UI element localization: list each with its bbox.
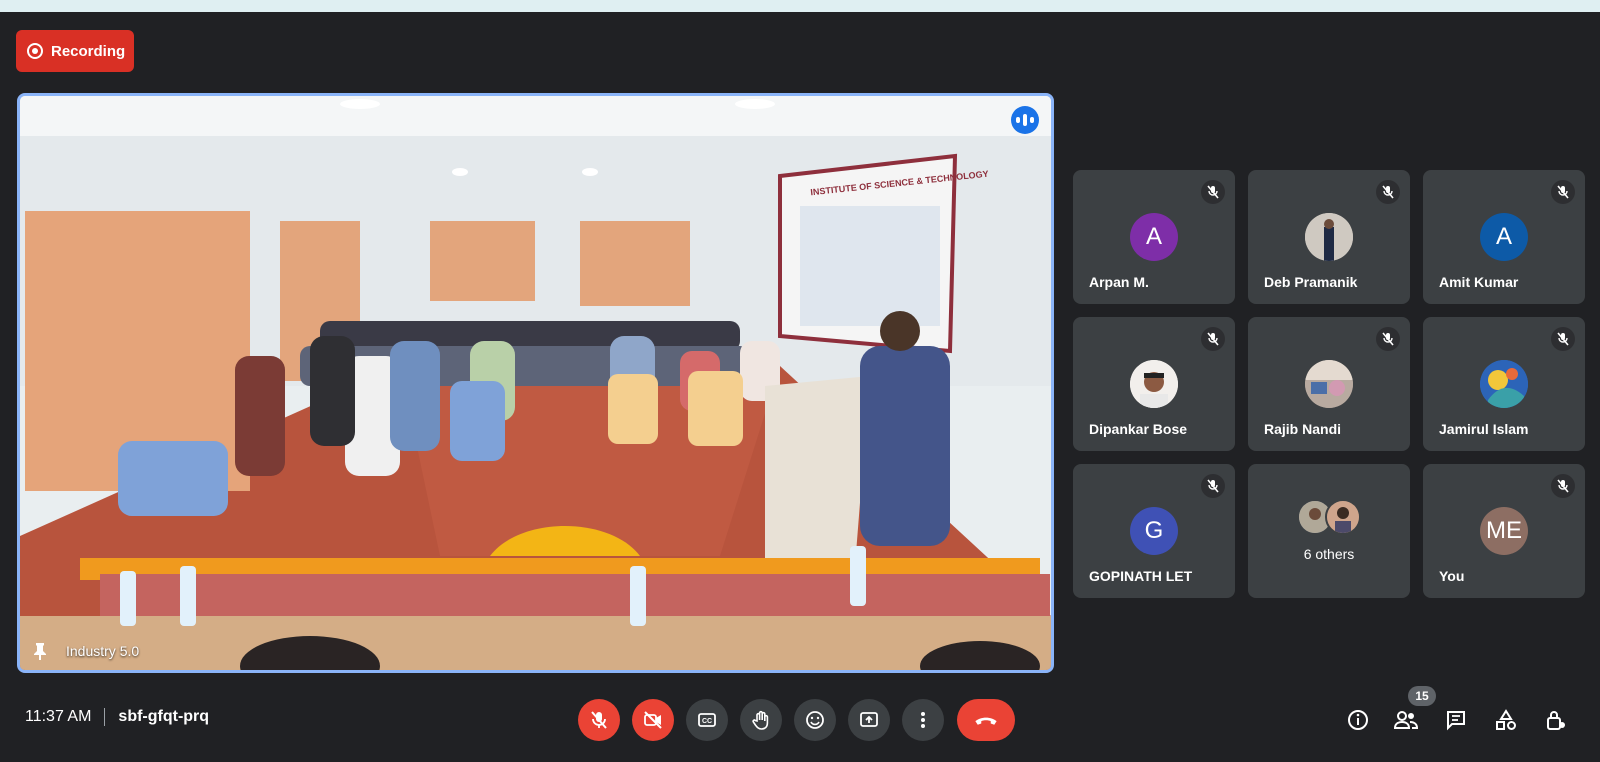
record-icon xyxy=(27,43,43,59)
meeting-code[interactable]: sbf-gfqt-prq xyxy=(118,708,209,726)
divider xyxy=(104,708,106,726)
mic-off-icon xyxy=(1201,474,1225,498)
more-options-button[interactable] xyxy=(902,699,944,741)
mic-off-icon xyxy=(1376,327,1400,351)
clock-time: 11:37 AM xyxy=(25,708,92,725)
others-avatars xyxy=(1297,499,1361,535)
participant-tile-self[interactable]: ME You xyxy=(1423,464,1585,598)
others-tile[interactable]: 6 others xyxy=(1248,464,1410,598)
emoji-icon xyxy=(806,711,824,729)
participant-name: Jamirul Islam xyxy=(1439,421,1529,437)
shapes-icon xyxy=(1496,709,1516,730)
more-vert-icon xyxy=(921,712,925,728)
meeting-info-button[interactable] xyxy=(1344,706,1372,734)
browser-strip xyxy=(0,0,1600,12)
participant-name: Deb Pramanik xyxy=(1264,274,1358,290)
leave-call-button[interactable] xyxy=(957,699,1015,741)
hang-up-icon xyxy=(975,717,997,725)
participant-tile[interactable]: G GOPINATH LET xyxy=(1073,464,1235,598)
participant-name: Amit Kumar xyxy=(1439,274,1519,290)
participant-name: You xyxy=(1439,568,1465,584)
participant-name: Rajib Nandi xyxy=(1264,421,1342,437)
participant-tile[interactable]: Deb Pramanik xyxy=(1248,170,1410,304)
participant-tile[interactable]: A Amit Kumar xyxy=(1423,170,1585,304)
chat-icon xyxy=(1447,711,1465,731)
mic-toggle-button[interactable] xyxy=(578,699,620,741)
participant-tile[interactable]: A Arpan M. xyxy=(1073,170,1235,304)
chat-button[interactable] xyxy=(1442,706,1470,734)
people-count-badge: 15 xyxy=(1408,686,1436,706)
avatar: G xyxy=(1130,507,1178,555)
people-button[interactable] xyxy=(1392,706,1420,734)
participant-tile[interactable]: Dipankar Bose xyxy=(1073,317,1235,451)
avatar: A xyxy=(1480,213,1528,261)
reactions-button[interactable] xyxy=(794,699,836,741)
main-video-label: Industry 5.0 xyxy=(32,642,139,660)
speaking-indicator-icon xyxy=(1011,106,1039,134)
pin-icon[interactable] xyxy=(32,642,48,660)
people-icon xyxy=(1393,711,1419,729)
mic-off-icon xyxy=(1376,180,1400,204)
recording-label: Recording xyxy=(51,42,126,60)
participant-tile[interactable]: Jamirul Islam xyxy=(1423,317,1585,451)
avatar-photo xyxy=(1305,213,1353,261)
mic-off-icon xyxy=(1551,180,1575,204)
mic-off-icon xyxy=(1201,327,1225,351)
mic-off-icon xyxy=(1201,180,1225,204)
raise-hand-button[interactable] xyxy=(740,699,782,741)
present-button[interactable] xyxy=(848,699,890,741)
main-video-tile[interactable]: INSTITUTE OF SCIENCE & TECHNOLOGY Indust… xyxy=(17,93,1054,673)
participant-name: GOPINATH LET xyxy=(1089,568,1193,584)
mic-off-icon xyxy=(1551,474,1575,498)
mic-off-icon xyxy=(1551,327,1575,351)
captions-button[interactable]: CC xyxy=(686,699,728,741)
host-controls-button[interactable] xyxy=(1542,706,1570,734)
hand-icon xyxy=(752,710,769,730)
main-video-name: Industry 5.0 xyxy=(66,643,140,659)
others-count: 6 others xyxy=(1303,546,1355,562)
camera-off-icon xyxy=(644,711,662,729)
present-screen-icon xyxy=(860,712,878,727)
avatar: ME xyxy=(1480,507,1528,555)
svg-text:CC: CC xyxy=(702,718,712,725)
activities-button[interactable] xyxy=(1492,706,1520,734)
info-icon xyxy=(1348,710,1368,730)
avatar-photo xyxy=(1480,360,1528,408)
mic-off-icon xyxy=(591,711,607,729)
avatar-photo xyxy=(1305,360,1353,408)
recording-indicator[interactable]: Recording xyxy=(16,30,134,72)
camera-toggle-button[interactable] xyxy=(632,699,674,741)
lock-person-icon xyxy=(1547,711,1565,730)
captions-icon: CC xyxy=(698,713,716,727)
avatar-photo xyxy=(1130,360,1178,408)
participant-name: Dipankar Bose xyxy=(1089,421,1188,437)
participant-name: Arpan M. xyxy=(1089,274,1149,290)
meeting-details: 11:37 AM sbf-gfqt-prq xyxy=(25,708,209,726)
participant-tile[interactable]: Rajib Nandi xyxy=(1248,317,1410,451)
avatar: A xyxy=(1130,213,1178,261)
